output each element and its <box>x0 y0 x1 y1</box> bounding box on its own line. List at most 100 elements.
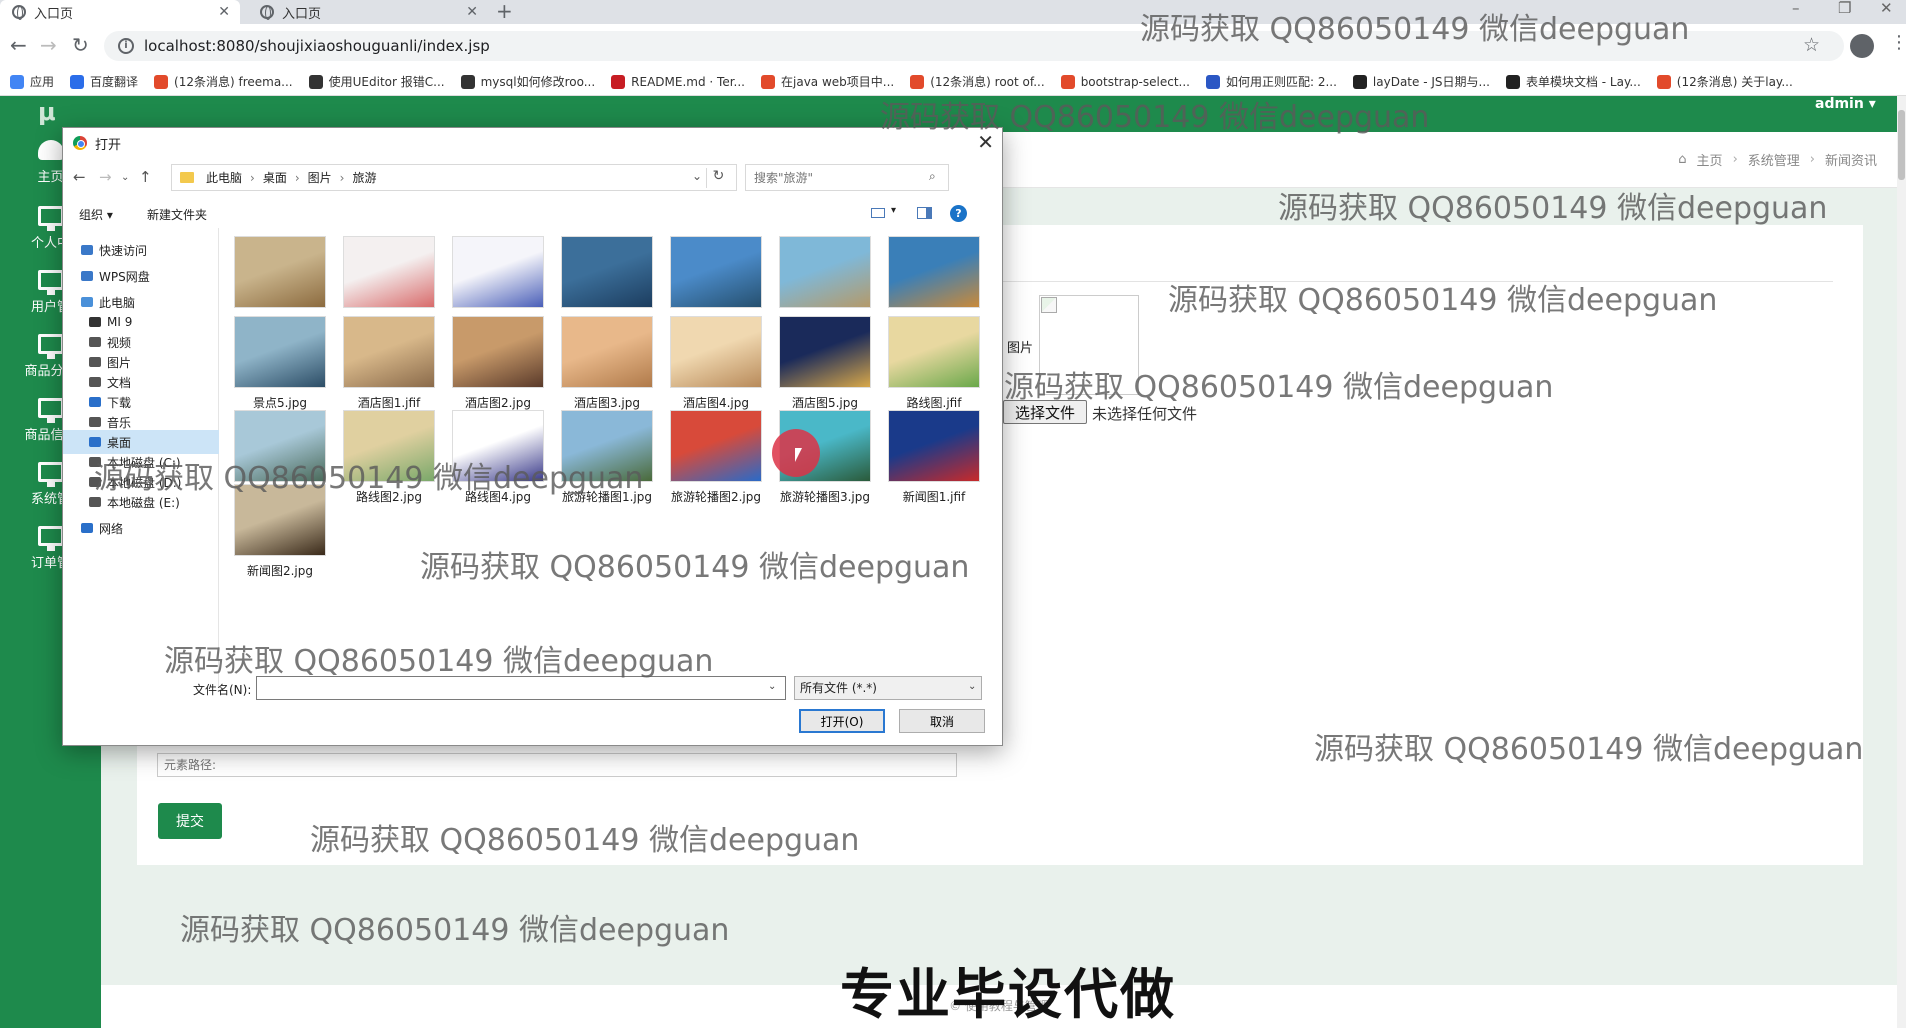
bookmark-item[interactable]: 应用 <box>10 73 54 90</box>
path-segment[interactable]: 图片 <box>308 169 332 186</box>
breadcrumb-separator: › <box>1809 152 1815 167</box>
bookmark-label: 如何用正则匹配: 2... <box>1225 75 1337 89</box>
bookmark-item[interactable]: (12条消息) root of... <box>910 73 1045 90</box>
bookmark-item[interactable]: 百度翻译 <box>70 73 138 90</box>
bookmark-item[interactable]: 如何用正则匹配: 2... <box>1205 73 1337 90</box>
bookmark-item[interactable]: README.md · Ter... <box>611 74 745 89</box>
view-mode-icon[interactable] <box>871 208 885 218</box>
bookmark-icon <box>1060 74 1075 89</box>
bookmark-star-icon[interactable]: ☆ <box>1803 34 1820 56</box>
bookmark-item[interactable]: layDate - JS日期与... <box>1352 73 1490 90</box>
page-scrollbar[interactable] <box>1897 96 1906 1028</box>
file-item[interactable]: 酒店图1.jfif <box>334 316 444 420</box>
user-menu[interactable]: admin ▾ <box>1815 96 1876 112</box>
cancel-button[interactable]: 取消 <box>899 709 985 733</box>
back-icon[interactable]: ← <box>73 168 86 186</box>
file-thumbnail <box>670 236 762 308</box>
file-thumbnail <box>234 316 326 388</box>
dialog-search-input[interactable] <box>745 164 949 191</box>
breadcrumb-home[interactable]: 主页 <box>1697 150 1723 169</box>
close-tab-icon[interactable]: ✕ <box>218 4 230 20</box>
file-item[interactable]: 酒店图4.jpg <box>661 316 771 420</box>
chevron-down-icon[interactable]: ⌄ <box>968 681 976 692</box>
dashboard-icon <box>37 140 64 160</box>
promo-banner: 专业毕设代做 <box>840 963 1176 1026</box>
bookmark-item[interactable]: 表单模块文档 - Lay... <box>1505 73 1641 90</box>
breadcrumb: ⌂ 主页 › 系统管理 › 新闻资讯 <box>1678 150 1877 169</box>
nav-pane-label: 视频 <box>107 335 132 350</box>
chevron-right-icon[interactable]: › <box>340 171 345 185</box>
element-path-input[interactable] <box>157 753 957 777</box>
restore-icon[interactable]: ❐ <box>1838 0 1851 20</box>
scrollbar-thumb[interactable] <box>1898 110 1905 180</box>
drive-icon <box>89 497 101 507</box>
reload-icon[interactable]: ↻ <box>72 32 89 58</box>
url-text: localhost:8080/shoujixiaoshouguanli/inde… <box>144 37 490 55</box>
profile-avatar-icon[interactable] <box>1850 34 1874 58</box>
bookmark-item[interactable]: mysql如何修改roo... <box>460 73 595 90</box>
nav-pane-label: 快速访问 <box>99 243 148 258</box>
bookmark-item[interactable]: (12条消息) 关于lay... <box>1656 73 1793 90</box>
layui-icon <box>1505 74 1520 89</box>
music-icon <box>89 417 101 427</box>
file-item[interactable]: 路线图.jfif <box>879 316 989 420</box>
bookmark-item[interactable]: (12条消息) freema... <box>154 73 293 90</box>
forward-icon[interactable]: → <box>40 32 57 58</box>
refresh-icon[interactable]: ↻ <box>706 168 730 188</box>
tab-title: 入口页 <box>282 6 322 22</box>
organize-menu[interactable]: 组织 ▾ <box>79 206 113 223</box>
help-icon[interactable]: ? <box>950 205 967 222</box>
minimize-icon[interactable]: – <box>1792 0 1800 20</box>
site-info-icon[interactable]: i <box>118 38 134 54</box>
nav-pane-label: 网络 <box>99 521 124 536</box>
new-tab-button[interactable]: + <box>496 0 513 24</box>
new-folder-button[interactable]: 新建文件夹 <box>147 206 207 223</box>
chevron-down-icon[interactable]: ⌄ <box>692 169 702 183</box>
browser-menu-icon[interactable]: ⋮ <box>1890 32 1906 53</box>
file-item[interactable]: 酒店图3.jpg <box>552 316 662 420</box>
document-icon <box>89 377 101 387</box>
folder-icon <box>180 172 194 183</box>
chevron-down-icon[interactable]: ⌄ <box>768 681 776 692</box>
file-name: 酒店图5.jpg <box>791 396 859 410</box>
dialog-path-bar[interactable]: 此电脑 › 桌面 › 图片 › 旅游 ⌄ ↻ <box>171 164 737 191</box>
csdn-icon <box>910 74 925 89</box>
browser-tab-2[interactable]: 入口页 ✕ <box>248 0 488 24</box>
window-close-icon[interactable]: ✕ <box>1880 0 1893 20</box>
up-icon[interactable]: ↑ <box>139 168 152 186</box>
open-button[interactable]: 打开(O) <box>799 709 885 733</box>
chevron-right-icon[interactable]: › <box>250 171 255 185</box>
browser-tab-1[interactable]: 入口页 ✕ <box>0 0 240 24</box>
preview-pane-icon[interactable] <box>917 207 932 219</box>
path-segment[interactable]: 旅游 <box>352 169 376 186</box>
chevron-right-icon[interactable]: › <box>295 171 300 185</box>
file-item[interactable]: 旅游轮播图2.jpg <box>661 410 771 514</box>
path-segment[interactable]: 此电脑 <box>206 169 242 186</box>
recent-dropdown-icon[interactable]: ⌄ <box>121 172 129 183</box>
back-icon[interactable]: ← <box>10 32 27 58</box>
file-item[interactable]: 酒店图5.jpg <box>770 316 880 420</box>
forward-icon[interactable]: → <box>99 168 112 186</box>
file-type-select[interactable]: 所有文件 (*.*) <box>794 676 982 700</box>
file-item[interactable]: 新闻图1.jfif <box>879 410 989 514</box>
file-item[interactable]: 新闻图2.jpg <box>225 484 335 588</box>
path-segment[interactable]: 桌面 <box>263 169 287 186</box>
dialog-title: 打开 <box>95 137 122 153</box>
view-dropdown-icon[interactable]: ▾ <box>891 205 896 216</box>
bookmark-item[interactable]: bootstrap-select... <box>1060 74 1190 89</box>
bookmark-item[interactable]: 使用UEditor 报错C... <box>308 73 445 90</box>
search-icon[interactable]: ⌕ <box>929 169 936 184</box>
nav-pane-item[interactable]: 网络 <box>63 516 219 540</box>
file-item[interactable]: 酒店图2.jpg <box>443 316 553 420</box>
baidu-translate-icon <box>70 74 85 89</box>
file-thumbnail <box>670 316 762 388</box>
bookmark-item[interactable]: 在java web项目中... <box>761 73 894 90</box>
breadcrumb-level1[interactable]: 系统管理 <box>1748 150 1800 169</box>
nav-pane-item[interactable]: 快速访问 <box>63 238 219 262</box>
file-name: 新闻图2.jpg <box>246 564 314 578</box>
close-tab-icon[interactable]: ✕ <box>466 4 478 20</box>
nav-pane-item[interactable]: WPS网盘 <box>63 264 219 288</box>
filename-label: 文件名(N): <box>193 683 252 697</box>
submit-button[interactable]: 提交 <box>158 803 222 839</box>
file-item[interactable]: 景点5.jpg <box>225 316 335 420</box>
